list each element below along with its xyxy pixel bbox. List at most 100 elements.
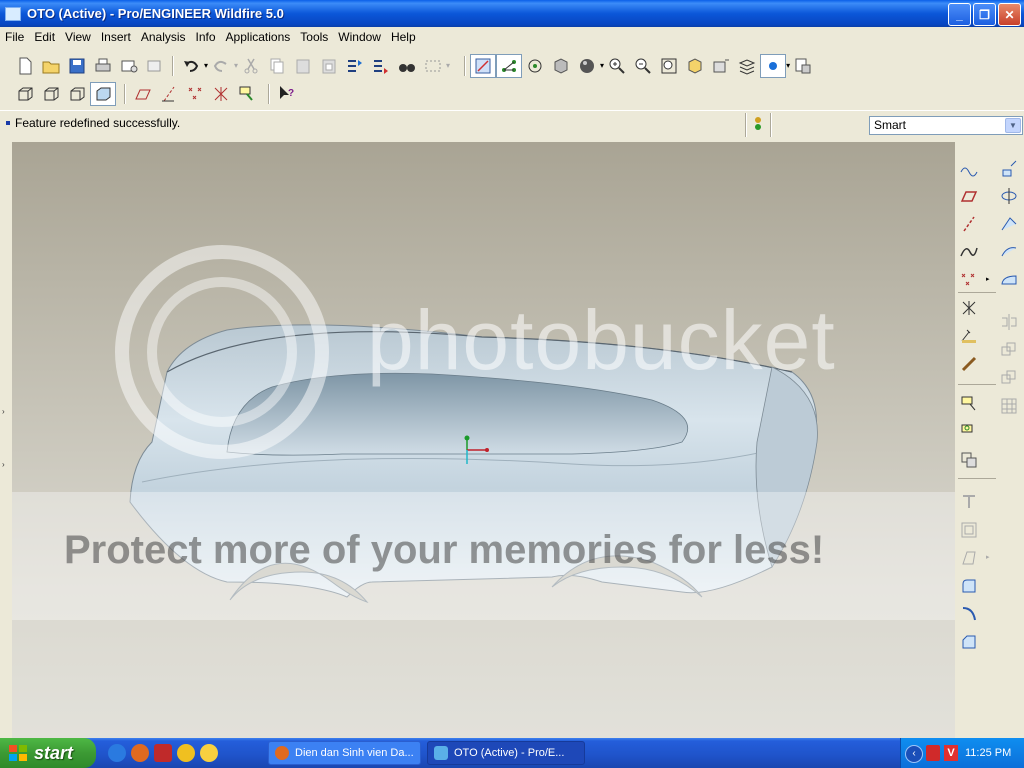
chevron-down-icon[interactable]: ▼ <box>1005 118 1021 133</box>
paste-special-icon[interactable] <box>316 54 342 78</box>
new-file-icon[interactable] <box>12 54 38 78</box>
antivirus-icon[interactable]: V <box>944 745 958 761</box>
maximize-button[interactable]: ❐ <box>973 3 996 26</box>
menu-applications[interactable]: Applications <box>221 27 296 47</box>
datum-display-icon[interactable] <box>496 53 523 78</box>
media-quicklaunch-icon[interactable] <box>177 744 195 762</box>
boundary-blend-icon[interactable] <box>997 268 1021 292</box>
menu-tools[interactable]: Tools <box>295 27 333 47</box>
send-link-icon[interactable] <box>142 54 168 78</box>
selection-box-icon[interactable] <box>420 54 446 78</box>
axis-tool-icon[interactable] <box>957 212 981 236</box>
shell-icon[interactable] <box>957 518 981 542</box>
find-binoculars-icon[interactable] <box>394 54 420 78</box>
coord-systems-icon[interactable] <box>208 82 234 106</box>
ie-quicklaunch-icon[interactable] <box>108 744 126 762</box>
save-icon[interactable] <box>64 54 90 78</box>
blend-icon[interactable] <box>997 240 1021 264</box>
datum-points-icon[interactable] <box>182 82 208 106</box>
sketched-annotation-icon[interactable] <box>957 420 981 444</box>
context-help-icon[interactable]: ? <box>274 82 300 106</box>
reorient-icon[interactable] <box>682 54 708 78</box>
wireframe-icon[interactable] <box>12 82 38 106</box>
expand-arrow-icon[interactable]: › <box>2 407 5 416</box>
annotation-feature-icon[interactable] <box>957 392 981 416</box>
graphics-window[interactable]: photobucket Protect more of your memorie… <box>12 142 955 738</box>
taskbar-item-browser[interactable]: Dien dan Sinh vien Da... <box>268 741 421 765</box>
view-manager-icon[interactable] <box>548 54 574 78</box>
appearance-icon[interactable] <box>760 53 787 78</box>
selection-dropdown-icon[interactable]: ▾ <box>446 61 450 70</box>
security-shield-icon[interactable] <box>926 745 940 761</box>
hidden-line-icon[interactable] <box>38 82 64 106</box>
mirror-icon[interactable] <box>997 310 1021 334</box>
menu-info[interactable]: Info <box>191 27 221 47</box>
round-icon[interactable] <box>957 574 981 598</box>
watermark-brand: photobucket <box>367 293 836 387</box>
refit-icon[interactable] <box>656 54 682 78</box>
model-setup-icon[interactable] <box>790 54 816 78</box>
repaint-icon[interactable] <box>470 53 497 78</box>
revolve-icon[interactable] <box>997 184 1021 208</box>
redo-icon[interactable] <box>208 54 234 78</box>
rib-icon[interactable] <box>957 490 981 514</box>
menu-insert[interactable]: Insert <box>96 27 136 47</box>
sweep-icon[interactable] <box>997 212 1021 236</box>
sketch-tool-icon[interactable] <box>957 156 981 180</box>
expand-arrow-icon-2[interactable]: › <box>2 460 5 469</box>
curve-tool-icon[interactable] <box>957 240 981 264</box>
saved-views-icon[interactable] <box>708 54 734 78</box>
zoom-in-icon[interactable] <box>604 54 630 78</box>
solidworks-quicklaunch-icon[interactable] <box>154 744 172 762</box>
close-button[interactable]: ✕ <box>998 3 1021 26</box>
menu-window[interactable]: Window <box>333 27 386 47</box>
copy-geometry-icon[interactable] <box>957 448 981 472</box>
menu-edit[interactable]: Edit <box>29 27 60 47</box>
trim-icon[interactable] <box>997 366 1021 390</box>
analysis-feature-icon[interactable] <box>957 324 981 348</box>
app-icon <box>5 6 21 21</box>
menu-help[interactable]: Help <box>386 27 421 47</box>
regen-manager-icon[interactable] <box>368 54 394 78</box>
extrude-icon[interactable] <box>997 156 1021 180</box>
datum-axes-icon[interactable] <box>156 82 182 106</box>
csys-tool-icon[interactable] <box>957 296 981 320</box>
draft-dropdown-icon[interactable]: ▸ <box>986 553 990 561</box>
edge-round-icon[interactable] <box>957 602 981 626</box>
zoom-out-icon[interactable] <box>630 54 656 78</box>
paste-icon[interactable] <box>290 54 316 78</box>
chain-link-icon[interactable] <box>957 352 981 376</box>
start-button[interactable]: start <box>0 738 96 768</box>
draft-icon[interactable] <box>957 546 981 570</box>
pattern-icon[interactable] <box>997 394 1021 418</box>
menu-file[interactable]: File <box>0 27 29 47</box>
point-tool-icon[interactable] <box>957 268 981 292</box>
orient-mode-icon[interactable] <box>522 54 548 78</box>
layers-icon[interactable] <box>734 54 760 78</box>
point-dropdown-icon[interactable]: ▸ <box>986 275 990 283</box>
show-hidden-icons-icon[interactable]: ‹ <box>905 745 923 763</box>
plane-tool-icon[interactable] <box>957 184 981 208</box>
undo-icon[interactable] <box>178 54 204 78</box>
annotations-icon[interactable] <box>234 82 260 106</box>
minimize-button[interactable]: _ <box>948 3 971 26</box>
copy-icon[interactable] <box>264 54 290 78</box>
open-folder-icon[interactable] <box>38 54 64 78</box>
regenerate-icon[interactable] <box>342 54 368 78</box>
no-hidden-icon[interactable] <box>64 82 90 106</box>
datum-planes-icon[interactable] <box>130 82 156 106</box>
cut-icon[interactable] <box>238 54 264 78</box>
menu-analysis[interactable]: Analysis <box>136 27 191 47</box>
shaded-icon[interactable] <box>90 81 116 106</box>
chamfer-icon[interactable] <box>957 630 981 654</box>
taskbar-item-proengineer[interactable]: OTO (Active) - Pro/E... <box>427 741 585 765</box>
send-mail-icon[interactable] <box>116 54 142 78</box>
messenger-quicklaunch-icon[interactable] <box>200 744 218 762</box>
merge-icon[interactable] <box>997 338 1021 362</box>
print-icon[interactable] <box>90 54 116 78</box>
menu-view[interactable]: View <box>60 27 96 47</box>
firefox-quicklaunch-icon[interactable] <box>131 744 149 762</box>
selection-filter-dropdown[interactable]: Smart ▼ <box>869 116 1023 135</box>
status-light-icon[interactable] <box>753 115 763 135</box>
shading-sphere-icon[interactable] <box>574 54 600 78</box>
